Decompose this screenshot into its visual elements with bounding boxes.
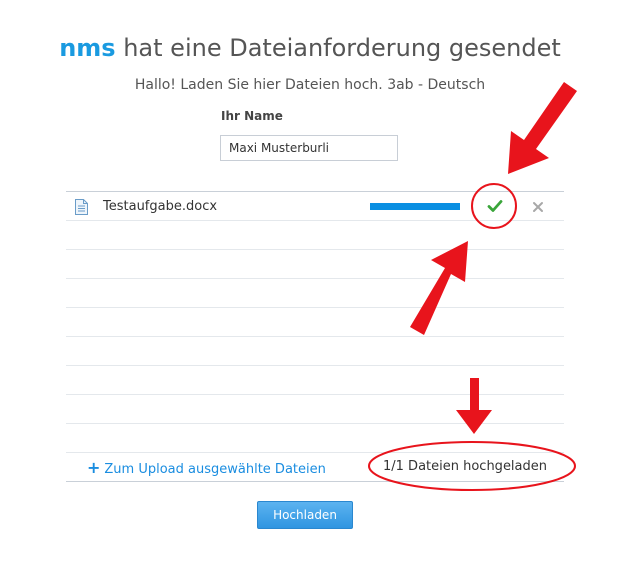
empty-row xyxy=(66,366,564,395)
name-input[interactable] xyxy=(220,135,398,161)
sender-name: nms xyxy=(59,34,116,62)
upload-button[interactable]: Hochladen xyxy=(257,501,353,529)
annotation-arrow-top-right xyxy=(508,82,577,174)
add-files-label: Zum Upload ausgewählte Dateien xyxy=(104,462,326,477)
empty-row xyxy=(66,337,564,366)
upload-status: 1/1 Dateien hochgeladen xyxy=(383,459,548,474)
upload-progress xyxy=(370,203,460,210)
check-icon xyxy=(486,197,504,215)
file-list: Testaufgabe.docx xyxy=(66,191,564,453)
plus-icon: + xyxy=(87,458,101,477)
empty-row xyxy=(66,221,564,250)
add-files-link[interactable]: + Zum Upload ausgewählte Dateien xyxy=(87,458,326,477)
empty-row xyxy=(66,308,564,337)
upload-progress-fill xyxy=(370,203,460,210)
empty-row xyxy=(66,279,564,308)
empty-row xyxy=(66,424,564,453)
file-row: Testaufgabe.docx xyxy=(66,192,564,221)
close-icon[interactable] xyxy=(531,199,545,213)
empty-row xyxy=(66,250,564,279)
title-text: hat eine Dateianforderung gesendet xyxy=(115,34,561,62)
file-list-footer: + Zum Upload ausgewählte Dateien 1/1 Date… xyxy=(66,452,564,482)
document-icon xyxy=(75,199,88,215)
page-title: nms hat eine Dateianforderung gesendet xyxy=(0,34,620,62)
page-subtitle: Hallo! Laden Sie hier Dateien hoch. 3ab … xyxy=(134,77,486,93)
file-name: Testaufgabe.docx xyxy=(103,199,218,214)
name-label: Ihr Name xyxy=(221,109,283,123)
empty-row xyxy=(66,395,564,424)
